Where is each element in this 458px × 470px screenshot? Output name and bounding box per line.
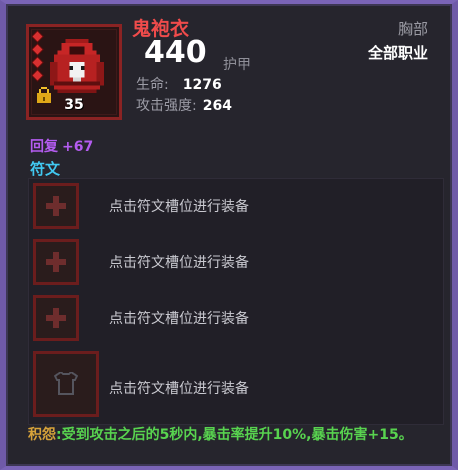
armor-icon (53, 372, 79, 395)
stat-hp: 生命: 1276 (136, 74, 222, 94)
rune-slot-box[interactable] (33, 351, 99, 417)
class-requirement: 全部职业 (367, 44, 428, 62)
rune-slot-box[interactable] (33, 295, 79, 341)
rune-slot-box[interactable] (33, 239, 79, 285)
stat-value: 1276 (182, 77, 222, 93)
set-bonus-label: 积怨 (28, 427, 56, 443)
gem-icon (32, 57, 43, 68)
rune-slot[interactable] (33, 183, 79, 229)
regen-label: 回复 (30, 139, 58, 155)
armor-value: 440 (144, 35, 207, 70)
stat-attack: 攻击强度: 264 (136, 95, 232, 115)
gem-icon (32, 44, 43, 55)
lock-icon (37, 87, 51, 103)
rune-slot-hint: 点击符文槽位进行装备 (109, 381, 249, 397)
item-icon-frame[interactable]: 35 (26, 24, 122, 120)
rune-slot-armor[interactable] (33, 351, 99, 417)
gem-icon (32, 31, 43, 42)
rune-slot-hint: 点击符文槽位进行装备 (109, 311, 249, 327)
plus-icon (46, 196, 66, 216)
set-bonus-text: 积怨:受到攻击之后的5秒内,暴击率提升10%,暴击伤害+15。 (28, 426, 446, 445)
plus-icon (46, 308, 66, 328)
rune-slot[interactable] (33, 295, 79, 341)
stat-label: 生命: (136, 77, 169, 93)
set-bonus-desc: :受到攻击之后的5秒内,暴击率提升10%,暴击伤害+15。 (56, 427, 413, 443)
stat-value: 264 (202, 98, 232, 114)
rune-slot-box[interactable] (33, 183, 79, 229)
rune-slot[interactable] (33, 239, 79, 285)
rune-slot-hint: 点击符文槽位进行装备 (109, 255, 249, 271)
ghost-robe-icon (49, 39, 105, 94)
item-tooltip-panel: 35 鬼袍衣 440 护甲 胸部 全部职业 生命: 1276 攻击强度: 264 回… (0, 0, 458, 470)
quality-gems (32, 31, 43, 85)
plus-icon (46, 252, 66, 272)
regen-value: +67 (62, 139, 94, 155)
slot-type: 胸部 (397, 20, 428, 38)
item-level: 35 (64, 97, 84, 113)
gem-icon (32, 70, 43, 81)
armor-label: 护甲 (223, 57, 251, 73)
rune-slot-hint: 点击符文槽位进行装备 (109, 199, 249, 215)
rune-section-title: 符文 (30, 160, 61, 178)
rune-slot-list: 点击符文槽位进行装备 点击符文槽位进行装备 点击符文槽位进行装备 点击符文槽位进… (28, 178, 444, 425)
stat-label: 攻击强度: (136, 98, 197, 114)
regen-stat: 回复 +67 (30, 136, 93, 156)
